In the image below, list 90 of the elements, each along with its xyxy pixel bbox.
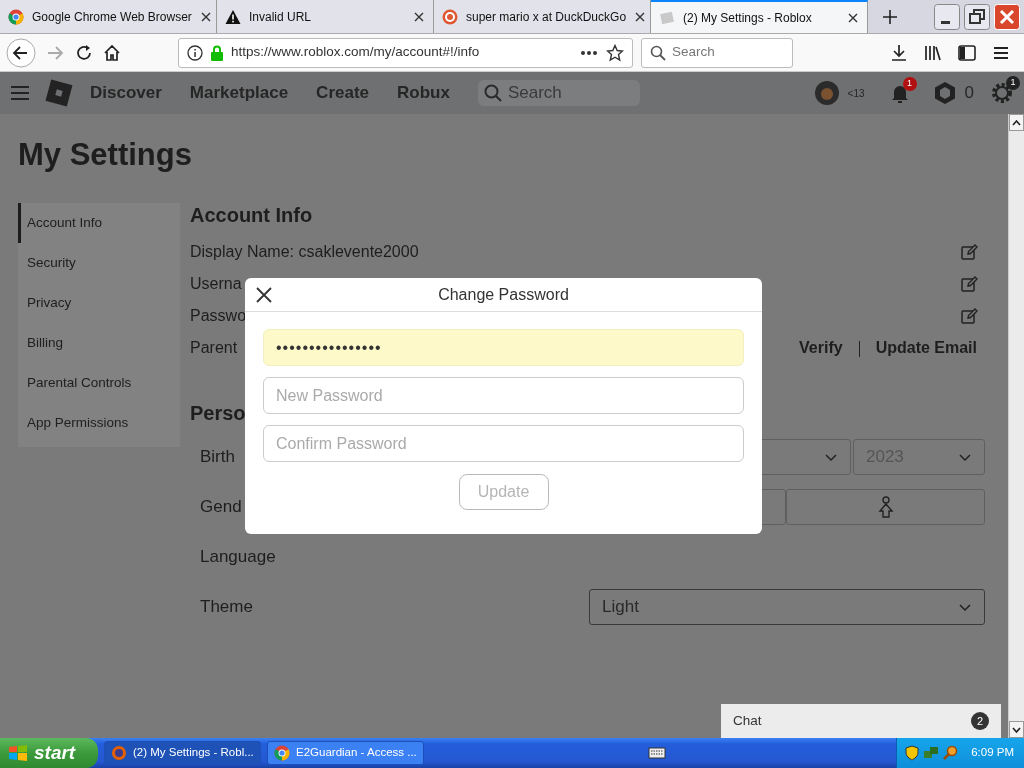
search-field[interactable]: Search <box>477 80 640 106</box>
theme-dropdown[interactable]: Light <box>589 589 985 626</box>
sidebar-item[interactable]: Parental Controls <box>18 363 180 404</box>
download-icon[interactable] <box>890 43 908 62</box>
browser-tab[interactable]: Google Chrome Web Browser <box>0 0 217 33</box>
section-heading: Perso <box>190 401 247 427</box>
field-label: Display Name: csaklevente2000 <box>190 242 419 263</box>
warning-icon <box>225 8 241 25</box>
browser-tab[interactable]: super mario x at DuckDuckGo <box>434 0 651 33</box>
section-heading: Account Info <box>190 203 314 229</box>
sidebar-item[interactable]: Billing <box>18 323 180 364</box>
field-label: Gend <box>200 496 242 519</box>
close-icon[interactable] <box>199 10 212 23</box>
start-button[interactable]: start <box>0 738 98 768</box>
reload-icon[interactable] <box>74 42 94 63</box>
nav-link[interactable]: Create <box>316 80 370 106</box>
search-icon <box>483 84 502 102</box>
separator <box>858 341 860 358</box>
close-icon[interactable] <box>255 286 273 304</box>
scrollbar[interactable] <box>1008 114 1024 738</box>
taskbar-button[interactable]: (2) My Settings - Robl... <box>104 741 261 765</box>
url-text: https://www.roblox.com/my/account#!/info <box>231 43 481 62</box>
star-icon[interactable] <box>606 43 624 62</box>
home-icon[interactable] <box>102 42 122 63</box>
field-label: Passwo <box>190 306 247 327</box>
count-badge: 2 <box>971 712 989 730</box>
search-icon <box>650 44 666 61</box>
nav-link[interactable]: Marketplace <box>189 80 289 106</box>
text-link[interactable]: Update Email <box>875 336 977 361</box>
password-field[interactable]: •••••••••••••••• <box>263 329 744 366</box>
back-icon[interactable] <box>6 37 36 68</box>
browser-tab[interactable]: (2) My Settings - Roblox <box>651 0 868 33</box>
minimize-icon[interactable] <box>934 3 960 30</box>
page-title: My Settings <box>18 136 193 174</box>
sidebar-item[interactable]: App Permissions <box>18 403 180 444</box>
robux-balance: 0 <box>964 82 974 105</box>
more-icon[interactable] <box>580 49 598 56</box>
robux-icon[interactable] <box>932 81 957 105</box>
field-label: Birth <box>200 446 235 469</box>
windows-logo-icon <box>8 744 28 762</box>
field-label: Userna <box>190 274 242 295</box>
close-icon[interactable] <box>634 10 647 23</box>
restore-icon[interactable] <box>964 3 990 30</box>
dialog-title: Change Password <box>438 284 569 305</box>
text-link[interactable]: Verify <box>799 336 843 361</box>
lock-icon <box>211 44 223 61</box>
edit-icon[interactable] <box>961 275 978 293</box>
url-field[interactable]: https://www.roblox.com/my/account#!/info <box>178 37 633 68</box>
password-field[interactable]: Confirm Password <box>263 425 744 462</box>
field-label: Parent <box>190 338 238 359</box>
chevron-icon <box>958 602 972 612</box>
chrome-icon <box>8 8 24 25</box>
chat-bar[interactable]: Chat 2 <box>721 704 1001 738</box>
close-icon[interactable] <box>413 10 425 23</box>
nav-link[interactable]: Robux <box>397 80 450 106</box>
edit-icon[interactable] <box>961 243 978 261</box>
chevron-icon <box>824 452 838 462</box>
nav-link[interactable]: Discover <box>90 80 162 106</box>
sidebar-item[interactable]: Account Info <box>18 203 180 244</box>
page-icon <box>659 9 675 26</box>
person-icon <box>877 496 894 519</box>
notification-badge: 1 <box>902 77 917 91</box>
settings-icon[interactable] <box>990 81 1014 105</box>
age-label: <13 <box>847 86 865 101</box>
field-label: Language <box>200 546 276 569</box>
chevron-icon <box>958 452 972 462</box>
browser-icon <box>111 745 127 761</box>
edit-icon[interactable] <box>961 307 978 325</box>
clock: 6:09 PM <box>971 745 1014 761</box>
close-icon[interactable] <box>847 11 859 24</box>
password-field[interactable]: New Password <box>263 377 744 414</box>
duck-icon <box>442 8 458 25</box>
keyboard-icon[interactable] <box>648 746 667 760</box>
magnifier-icon[interactable] <box>943 745 960 761</box>
shield-icon[interactable] <box>905 745 920 761</box>
field-label: Theme <box>200 596 253 619</box>
sidebar-item[interactable]: Privacy <box>18 283 180 324</box>
taskbar-button[interactable]: E2Guardian - Access ... <box>267 741 424 765</box>
chrome-icon <box>274 745 290 761</box>
search-placeholder: Search <box>507 82 562 105</box>
sidebar-icon[interactable] <box>958 43 976 62</box>
sidebar-item[interactable]: Security <box>18 243 180 284</box>
info-icon <box>187 44 203 61</box>
search-field[interactable]: Search <box>641 37 793 68</box>
notification-badge: 1 <box>1006 76 1020 90</box>
browser-tab[interactable]: Invalid URL <box>217 0 434 33</box>
avatar-icon[interactable] <box>813 80 840 106</box>
dropdown-value: Light <box>602 596 639 619</box>
library-icon[interactable] <box>924 43 942 62</box>
search-placeholder: Search <box>672 43 715 62</box>
